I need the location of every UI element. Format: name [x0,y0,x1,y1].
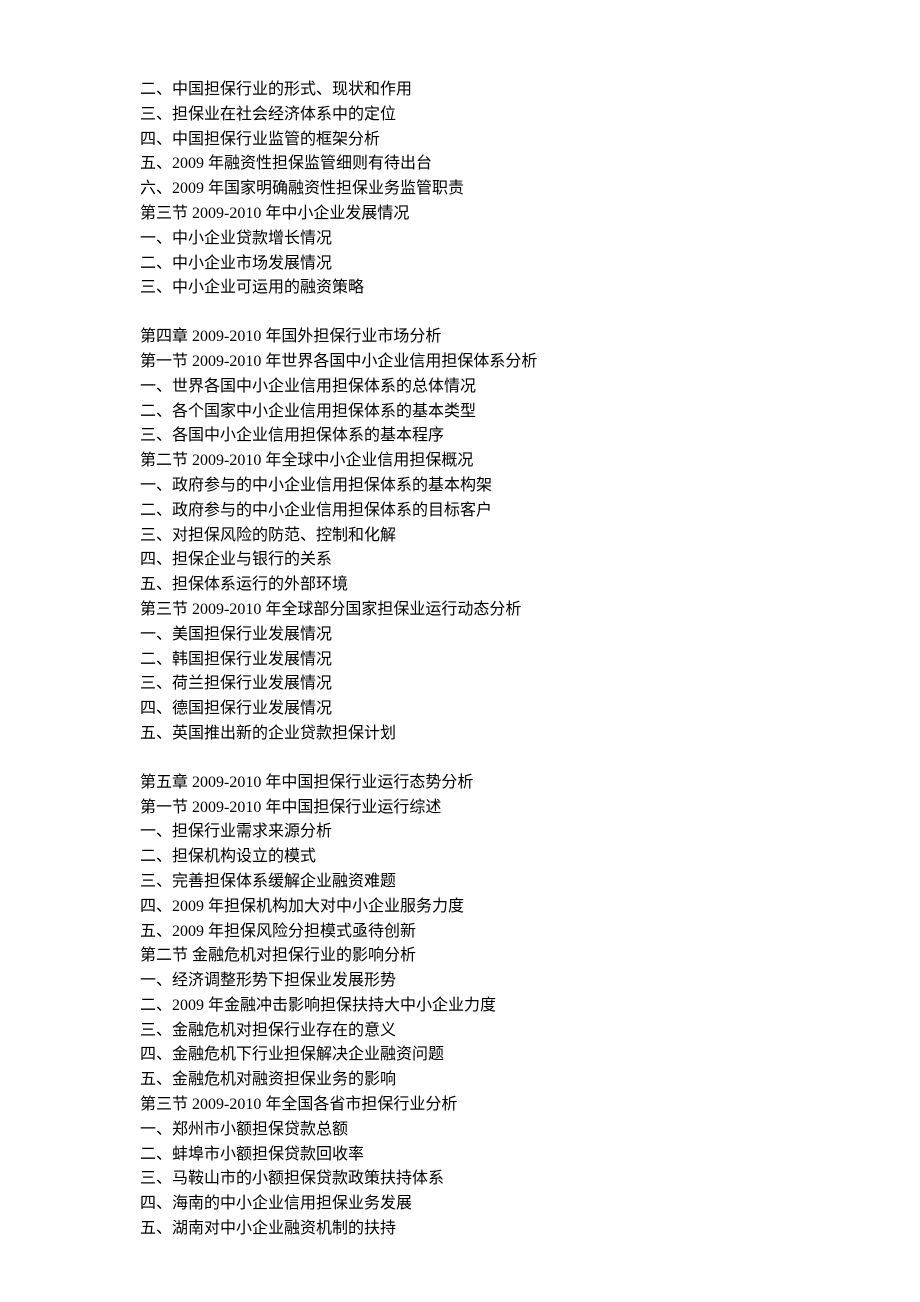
outline-item: 第三节 2009-2010 年中小企业发展情况 [140,202,920,227]
outline-item: 三、完善担保体系缓解企业融资难题 [140,870,920,895]
outline-item: 三、金融危机对担保行业存在的意义 [140,1019,920,1044]
outline-item: 一、担保行业需求来源分析 [140,820,920,845]
outline-item: 二、各个国家中小企业信用担保体系的基本类型 [140,400,920,425]
outline-item: 五、担保体系运行的外部环境 [140,573,920,598]
outline-item: 四、海南的中小企业信用担保业务发展 [140,1192,920,1217]
outline-item: 第二节 2009-2010 年全球中小企业信用担保概况 [140,449,920,474]
outline-item: 一、世界各国中小企业信用担保体系的总体情况 [140,375,920,400]
outline-item: 五、金融危机对融资担保业务的影响 [140,1068,920,1093]
document-page: 二、中国担保行业的形式、现状和作用三、担保业在社会经济体系中的定位四、中国担保行… [0,0,920,1302]
outline-item: 第一节 2009-2010 年世界各国中小企业信用担保体系分析 [140,350,920,375]
outline-item: 四、金融危机下行业担保解决企业融资问题 [140,1043,920,1068]
outline-item: 二、中小企业市场发展情况 [140,252,920,277]
outline-item: 二、中国担保行业的形式、现状和作用 [140,78,920,103]
outline-item: 四、中国担保行业监管的框架分析 [140,128,920,153]
blank-line [140,747,920,771]
outline-item: 第五章 2009-2010 年中国担保行业运行态势分析 [140,771,920,796]
blank-line [140,301,920,325]
outline-item: 第四章 2009-2010 年国外担保行业市场分析 [140,325,920,350]
outline-item: 三、马鞍山市的小额担保贷款政策扶持体系 [140,1167,920,1192]
outline-item: 二、政府参与的中小企业信用担保体系的目标客户 [140,499,920,524]
outline-item: 二、担保机构设立的模式 [140,845,920,870]
outline-item: 二、2009 年金融冲击影响担保扶持大中小企业力度 [140,994,920,1019]
outline-item: 三、各国中小企业信用担保体系的基本程序 [140,424,920,449]
outline-item: 一、郑州市小额担保贷款总额 [140,1118,920,1143]
outline-item: 三、中小企业可运用的融资策略 [140,276,920,301]
outline-item: 三、荷兰担保行业发展情况 [140,672,920,697]
outline-item: 第三节 2009-2010 年全国各省市担保行业分析 [140,1093,920,1118]
outline-item: 三、担保业在社会经济体系中的定位 [140,103,920,128]
outline-item: 一、经济调整形势下担保业发展形势 [140,969,920,994]
outline-item: 一、中小企业贷款增长情况 [140,227,920,252]
outline-item: 四、2009 年担保机构加大对中小企业服务力度 [140,895,920,920]
outline-item: 六、2009 年国家明确融资性担保业务监管职责 [140,177,920,202]
outline-item: 二、蚌埠市小额担保贷款回收率 [140,1143,920,1168]
outline-item: 一、美国担保行业发展情况 [140,623,920,648]
outline-item: 五、英国推出新的企业贷款担保计划 [140,722,920,747]
outline-item: 第三节 2009-2010 年全球部分国家担保业运行动态分析 [140,598,920,623]
outline-item: 五、2009 年融资性担保监管细则有待出台 [140,152,920,177]
outline-item: 五、2009 年担保风险分担模式亟待创新 [140,920,920,945]
outline-item: 二、韩国担保行业发展情况 [140,648,920,673]
outline-item: 五、湖南对中小企业融资机制的扶持 [140,1217,920,1242]
outline-item: 第二节 金融危机对担保行业的影响分析 [140,944,920,969]
outline-item: 三、对担保风险的防范、控制和化解 [140,524,920,549]
outline-item: 四、德国担保行业发展情况 [140,697,920,722]
outline-item: 四、担保企业与银行的关系 [140,548,920,573]
outline-item: 一、政府参与的中小企业信用担保体系的基本构架 [140,474,920,499]
outline-item: 第一节 2009-2010 年中国担保行业运行综述 [140,796,920,821]
